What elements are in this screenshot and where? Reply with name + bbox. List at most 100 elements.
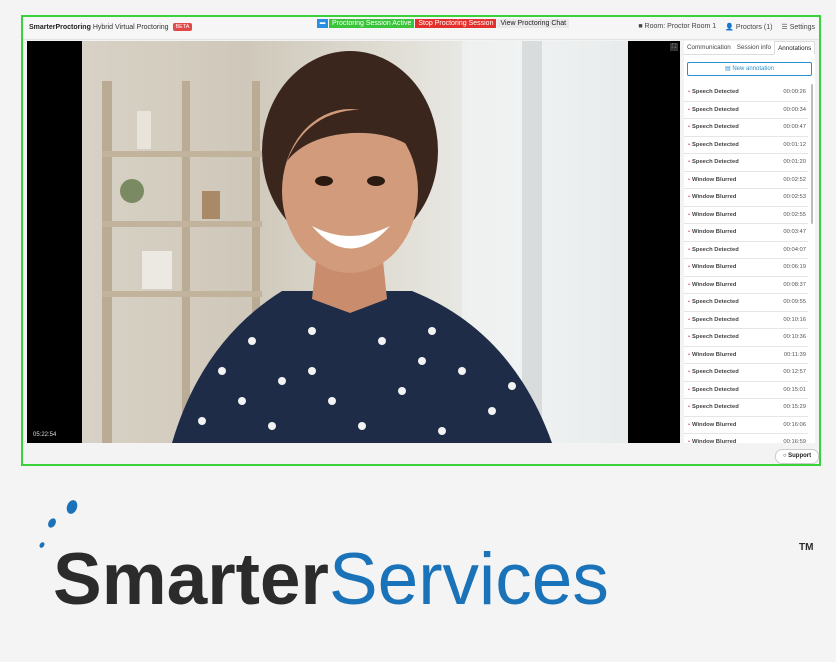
annotation-time: 00:01:20 (783, 159, 806, 166)
room-icon: ■ (638, 23, 643, 30)
annotation-time: 00:10:36 (783, 334, 806, 341)
expand-icon[interactable]: ⛶ (670, 43, 678, 51)
annotation-time: 00:04:07 (783, 246, 806, 253)
annotation-type: Window Blurred (688, 212, 736, 218)
room-label: Room: Proctor Room 1 (644, 23, 717, 30)
annotation-type: Speech Detected (688, 299, 739, 305)
annotation-row[interactable]: Speech Detected 00:00:47 (684, 119, 808, 137)
video-feed[interactable]: ⛶ 05:22:54 (27, 41, 680, 443)
annotation-type: Window Blurred (688, 264, 736, 270)
tab-communication[interactable]: Communication (684, 41, 734, 54)
annotation-time: 00:00:47 (783, 124, 806, 131)
annotation-row[interactable]: Window Blurred 00:02:55 (684, 207, 808, 224)
webcam-illustration (102, 41, 628, 443)
proctors-label: Proctors (1) (735, 24, 773, 31)
annotation-type: Window Blurred (688, 229, 736, 235)
view-chat-button[interactable]: View Proctoring Chat (497, 19, 570, 28)
chat-bubble-icon: ○ (782, 453, 787, 459)
session-timer: 05:22:54 (33, 432, 57, 438)
annotation-type: Speech Detected (688, 124, 739, 130)
scrollbar[interactable] (811, 84, 813, 224)
tab-session-info[interactable]: Session info (734, 41, 774, 54)
annotation-row[interactable]: Window Blurred 00:08:37 (684, 277, 808, 294)
annotation-time: 00:11:39 (783, 351, 806, 358)
annotation-row[interactable]: Window Blurred 00:03:47 (684, 224, 808, 242)
annotation-type: Speech Detected (688, 404, 739, 410)
brand-name: SmarterProctoring (29, 24, 91, 31)
session-controls: ▬ Proctoring Session Active Stop Proctor… (317, 19, 570, 28)
proctors-button[interactable]: 👤 Proctors (1) (725, 23, 772, 31)
annotation-row[interactable]: Speech Detected 00:10:16 (684, 312, 808, 329)
annotation-type: Speech Detected (688, 159, 739, 165)
annotation-type: Speech Detected (688, 247, 739, 253)
annotation-row[interactable]: Window Blurred 00:06:19 (684, 259, 808, 277)
annotation-row[interactable]: Speech Detected 00:15:29 (684, 399, 808, 417)
settings-button[interactable]: ☰ Settings (781, 23, 815, 31)
annotation-row[interactable]: Speech Detected 00:01:20 (684, 154, 808, 172)
annotation-type: Window Blurred (688, 194, 736, 200)
beta-badge: BETA (172, 23, 193, 31)
annotation-type: Window Blurred (688, 282, 736, 288)
annotation-row[interactable]: Speech Detected 00:00:26 (684, 84, 808, 102)
new-annotation-label: New annotation (732, 66, 775, 72)
annotation-time: 00:02:52 (783, 176, 806, 183)
annotation-time: 00:15:01 (783, 386, 806, 393)
annotation-time: 00:09:55 (783, 299, 806, 306)
new-annotation-button[interactable]: ▤ New annotation (687, 62, 812, 76)
logo-part-services: Services (328, 539, 609, 620)
annotation-row[interactable]: Window Blurred 00:16:59 (684, 434, 808, 443)
app-title: SmarterProctoring Hybrid Virtual Proctor… (29, 23, 193, 31)
annotation-type: Window Blurred (688, 439, 736, 443)
annotation-row[interactable]: Speech Detected 00:00:34 (684, 102, 808, 119)
support-label: Support (788, 453, 812, 459)
annotation-row[interactable]: Speech Detected 00:12:57 (684, 364, 808, 382)
logo-wordmark: SmarterServices (53, 542, 609, 617)
annotation-type: Speech Detected (688, 107, 739, 113)
annotation-row[interactable]: Speech Detected 00:15:01 (684, 382, 808, 399)
settings-icon: ☰ (781, 24, 788, 31)
annotation-row[interactable]: Window Blurred 00:02:53 (684, 189, 808, 207)
annotation-type: Speech Detected (688, 334, 739, 340)
brand-subtitle: Hybrid Virtual Proctoring (92, 24, 169, 31)
annotation-type: Speech Detected (688, 317, 739, 323)
annotation-time: 00:12:57 (783, 369, 806, 376)
tab-annotations[interactable]: Annotations (774, 41, 815, 55)
annotation-row[interactable]: Speech Detected 00:01:12 (684, 137, 808, 154)
annotation-type: Speech Detected (688, 387, 739, 393)
annotation-type: Window Blurred (688, 352, 736, 358)
annotation-type: Speech Detected (688, 142, 739, 148)
annotation-list: Speech Detected 00:00:26 Speech Detected 00… (684, 84, 808, 443)
support-button[interactable]: ○ Support (775, 449, 819, 464)
annotation-type: Window Blurred (688, 422, 736, 428)
top-bar: SmarterProctoring Hybrid Virtual Proctor… (23, 17, 819, 40)
annotation-time: 00:02:55 (783, 211, 806, 218)
annotation-row[interactable]: Speech Detected 00:04:07 (684, 242, 808, 259)
camera-icon[interactable]: ▬ (317, 19, 328, 28)
annotation-type: Window Blurred (688, 177, 736, 183)
annotation-row[interactable]: Window Blurred 00:16:06 (684, 417, 808, 434)
proctoring-window: SmarterProctoring Hybrid Virtual Proctor… (21, 15, 821, 466)
annotation-type: Speech Detected (688, 89, 739, 95)
header-actions: ■ Room: Proctor Room 1 👤 Proctors (1) ☰ Set… (638, 23, 815, 31)
annotation-time: 00:00:26 (783, 89, 806, 96)
annotation-row[interactable]: Window Blurred 00:02:52 (684, 172, 808, 189)
trademark-mark: TM (799, 542, 814, 553)
annotation-time: 00:02:53 (783, 194, 806, 201)
annotation-time: 00:16:59 (783, 439, 806, 443)
annotation-row[interactable]: Window Blurred 00:11:39 (684, 347, 808, 364)
annotation-time: 00:15:29 (783, 404, 806, 411)
smarterservices-logo: SmarterServices TM (0, 495, 836, 617)
panel-tabs: Communication Session info Annotations (684, 41, 815, 55)
settings-label: Settings (789, 24, 815, 31)
annotation-time: 00:03:47 (783, 229, 806, 236)
stop-session-button[interactable]: Stop Proctoring Session (415, 19, 497, 28)
side-panel: Communication Session info Annotations ▤… (684, 41, 815, 443)
annotation-time: 00:16:06 (783, 421, 806, 428)
annotation-row[interactable]: Speech Detected 00:10:36 (684, 329, 808, 347)
session-active-status: Proctoring Session Active (329, 19, 415, 28)
annotation-time: 00:08:37 (783, 281, 806, 288)
annotation-type: Speech Detected (688, 369, 739, 375)
annotation-row[interactable]: Speech Detected 00:09:55 (684, 294, 808, 312)
annotation-time: 00:06:19 (783, 264, 806, 271)
room-selector[interactable]: ■ Room: Proctor Room 1 (638, 23, 716, 31)
